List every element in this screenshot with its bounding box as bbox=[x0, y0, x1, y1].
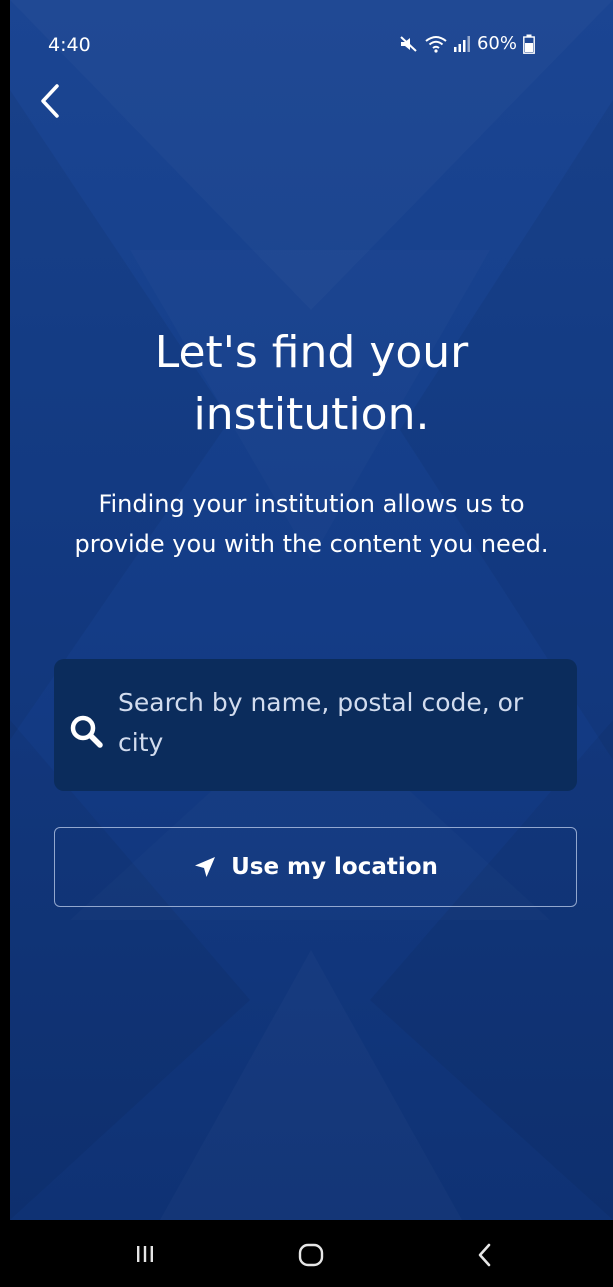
location-arrow-icon bbox=[195, 857, 216, 877]
page-title: Let's find your institution. bbox=[154, 327, 469, 440]
recents-icon[interactable] bbox=[135, 1244, 155, 1264]
background-pattern bbox=[10, 90, 613, 1220]
search-icon bbox=[70, 715, 103, 748]
search-placeholder: Search by name, postal code, or city bbox=[118, 688, 524, 757]
signal-icon bbox=[453, 36, 470, 52]
use-my-location-button[interactable]: Use my location bbox=[54, 827, 577, 907]
wifi-icon bbox=[425, 36, 447, 53]
system-nav-bar bbox=[0, 1220, 613, 1287]
phone-screen: 4:40 60% Let's find your institution. Fi… bbox=[0, 0, 613, 1287]
status-icons: 60% bbox=[399, 33, 535, 55]
app-screen: 4:40 60% Let's find your institution. Fi… bbox=[10, 0, 613, 1220]
back-icon[interactable] bbox=[476, 1242, 494, 1268]
status-time: 4:40 bbox=[48, 34, 91, 56]
use-my-location-label: Use my location bbox=[231, 854, 438, 880]
institution-search-input[interactable]: Search by name, postal code, or city bbox=[54, 659, 577, 791]
back-button[interactable] bbox=[30, 76, 70, 126]
mute-icon bbox=[400, 36, 417, 52]
status-bar: 4:40 60% bbox=[10, 0, 613, 90]
home-icon[interactable] bbox=[298, 1243, 324, 1267]
battery-icon bbox=[523, 34, 535, 54]
chevron-left-icon bbox=[41, 84, 59, 118]
page-subtitle: Finding your institution allows us to pr… bbox=[74, 490, 549, 558]
battery-percent: 60% bbox=[476, 33, 517, 54]
